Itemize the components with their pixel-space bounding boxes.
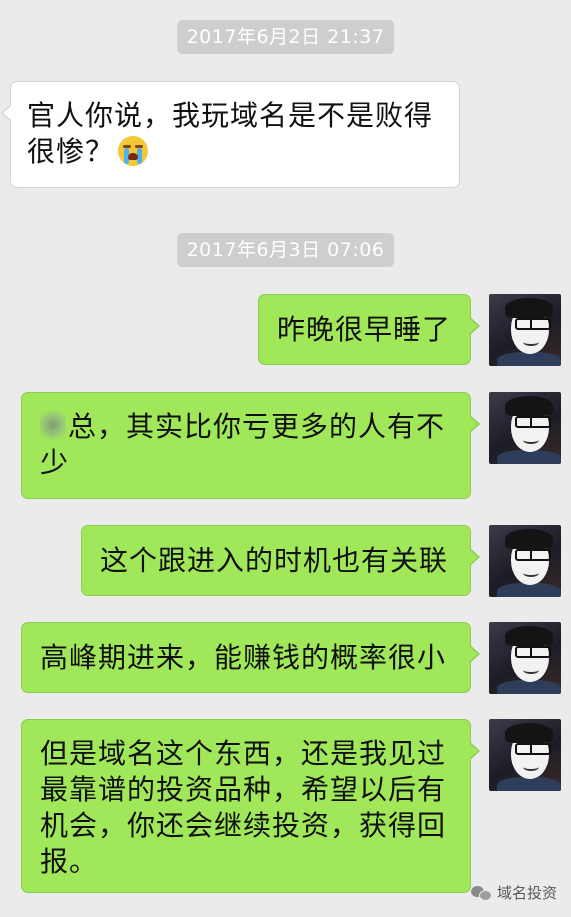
message-bubble-outgoing[interactable]: 这个跟进入的时机也有关联 (81, 525, 480, 596)
message-text: 但是域名这个东西，还是我见过最靠谱的投资品种，希望以后有机会，你还会继续投资，获… (40, 737, 447, 878)
timestamp: 2017年6月3日 07:06 (176, 233, 395, 267)
watermark: 域名投资 (470, 882, 557, 903)
message-text: 昨晚很早睡了 (277, 313, 452, 346)
message-bubble-outgoing[interactable]: 但是域名这个东西，还是我见过最靠谱的投资品种，希望以后有机会，你还会继续投资，获… (21, 719, 480, 893)
wechat-icon (470, 885, 492, 901)
redacted-name-blur (40, 410, 66, 440)
message-bubble-outgoing[interactable]: 总，其实比你亏更多的人有不少 (21, 392, 480, 499)
timestamp: 2017年6月2日 21:37 (176, 20, 395, 54)
user-avatar[interactable] (489, 294, 561, 366)
message-text: 这个跟进入的时机也有关联 (100, 544, 449, 577)
user-avatar[interactable] (489, 719, 561, 791)
message-text: 官人你说，我玩域名是不是败得很惨？ (27, 99, 434, 168)
watermark-text: 域名投资 (496, 884, 557, 902)
message-bubble-outgoing[interactable]: 高峰期进来，能赚钱的概率很小 (21, 622, 480, 693)
user-avatar[interactable] (489, 622, 561, 694)
crying-face-icon (118, 136, 149, 166)
message-text: 总，其实比你亏更多的人有不少 (40, 410, 446, 479)
message-bubble-incoming[interactable]: 官人你说，我玩域名是不是败得很惨？ (1, 81, 460, 188)
user-avatar[interactable] (489, 392, 561, 464)
message-text: 高峰期进来，能赚钱的概率很小 (40, 641, 447, 674)
message-bubble-outgoing[interactable]: 昨晚很早睡了 (258, 294, 480, 365)
user-avatar[interactable] (489, 525, 561, 597)
